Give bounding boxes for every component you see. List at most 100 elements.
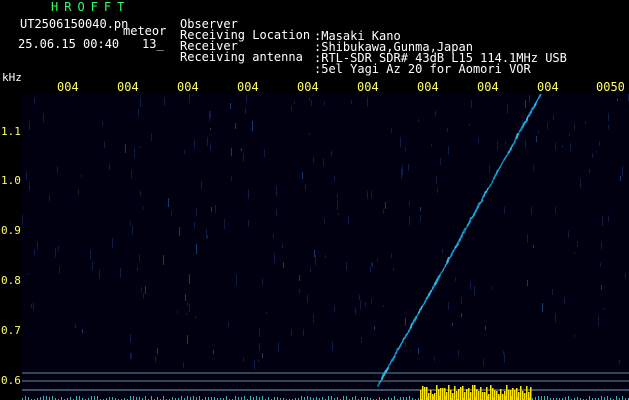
- noise-speck: [276, 186, 277, 196]
- noise-speck: [278, 342, 279, 352]
- noise-speck: [525, 140, 526, 148]
- trace-segment: [462, 227, 467, 234]
- noise-speck: [259, 343, 260, 351]
- baseline-bar: [46, 396, 47, 400]
- noise-speck: [529, 95, 530, 103]
- baseline-highlight-bar: [456, 391, 458, 400]
- noise-speck: [580, 179, 581, 188]
- noise-speck: [574, 124, 575, 130]
- noise-speck: [187, 335, 188, 344]
- filename: UT2506150040.pn: [20, 17, 129, 31]
- x-tick: 004: [177, 80, 199, 94]
- noise-speck: [608, 216, 609, 222]
- baseline-highlight-bar: [508, 390, 510, 400]
- baseline-highlight-bar: [474, 385, 476, 400]
- noise-speck: [264, 149, 265, 157]
- trace-segment: [419, 305, 423, 311]
- noise-speck: [531, 207, 532, 215]
- noise-speck: [243, 357, 244, 362]
- aux-value: 13_: [142, 37, 164, 51]
- noise-speck: [383, 305, 384, 307]
- baseline-bar: [199, 396, 200, 400]
- noise-speck: [130, 334, 131, 342]
- noise-speck: [440, 158, 441, 165]
- spectrogram-plot: [22, 94, 629, 400]
- noise-speck: [248, 189, 249, 199]
- noise-speck: [155, 356, 156, 363]
- noise-speck: [332, 341, 333, 351]
- noise-speck: [309, 133, 310, 135]
- noise-speck: [601, 241, 602, 249]
- noise-speck: [420, 215, 421, 221]
- baseline-bar: [568, 396, 569, 400]
- baseline-highlight-bar: [452, 393, 454, 400]
- baseline-highlight-bar: [524, 393, 526, 400]
- baseline-highlight-bar: [448, 385, 450, 400]
- baseline-bar: [97, 396, 98, 400]
- noise-speck: [112, 238, 113, 248]
- info-label: Receiving antenna: [180, 50, 303, 64]
- baseline-bar: [355, 396, 356, 400]
- baseline-bar: [76, 396, 77, 400]
- baseline-highlight-bar: [444, 388, 446, 400]
- y-axis-unit: kHz: [2, 71, 22, 84]
- noise-speck: [598, 316, 599, 326]
- noise-speck: [334, 305, 335, 312]
- noise-speck: [187, 302, 188, 306]
- baseline-highlight-bar: [492, 388, 494, 400]
- noise-speck: [391, 128, 392, 133]
- noise-speck: [367, 97, 368, 107]
- noise-speck: [470, 281, 471, 290]
- noise-speck: [299, 289, 300, 293]
- noise-speck: [22, 215, 23, 225]
- noise-speck: [196, 244, 197, 254]
- noise-speck: [207, 235, 208, 239]
- baseline-bar: [226, 396, 227, 400]
- baseline-bar: [607, 396, 608, 400]
- noise-speck: [28, 273, 29, 275]
- noise-speck: [125, 144, 126, 153]
- noise-speck: [346, 262, 347, 270]
- noise-speck: [570, 143, 571, 151]
- baseline-bar: [622, 396, 623, 400]
- noise-speck: [360, 300, 361, 310]
- noise-speck: [102, 121, 103, 126]
- x-tick: 004: [297, 80, 319, 94]
- baseline-bar: [52, 396, 53, 400]
- noise-speck: [574, 334, 575, 337]
- noise-speck: [235, 123, 236, 129]
- baseline-highlight-bar: [462, 386, 464, 400]
- noise-speck: [231, 148, 232, 156]
- noise-speck: [370, 266, 371, 272]
- baseline-highlight-bar: [506, 385, 508, 400]
- noise-speck: [324, 219, 325, 224]
- noise-speck: [184, 150, 185, 154]
- info-value: :5el Yagi Az 20 for Aomori VOR: [314, 62, 531, 76]
- y-tick-0-8: 0.8: [1, 274, 21, 287]
- noise-speck: [527, 280, 528, 286]
- noise-speck: [469, 124, 470, 126]
- noise-speck: [262, 353, 263, 358]
- noise-speck: [568, 231, 569, 238]
- spectrogram-canvas: [22, 94, 629, 400]
- noise-speck: [273, 234, 274, 238]
- noise-speck: [259, 328, 260, 337]
- noise-speck: [283, 262, 284, 268]
- baseline-bar: [130, 396, 131, 400]
- noise-speck: [418, 119, 419, 122]
- noise-speck: [145, 286, 146, 294]
- noise-speck: [90, 250, 91, 260]
- noise-speck: [447, 128, 448, 132]
- noise-speck: [29, 121, 30, 130]
- baseline-highlight-bar: [522, 391, 524, 400]
- noise-speck: [140, 191, 141, 196]
- baseline-bar: [193, 396, 194, 400]
- noise-speck: [139, 146, 140, 148]
- baseline-highlight-bar: [514, 390, 516, 400]
- noise-speck: [206, 229, 207, 238]
- noise-speck: [138, 109, 139, 117]
- noise-speck: [291, 106, 292, 111]
- noise-speck: [31, 304, 32, 308]
- noise-speck: [104, 141, 105, 148]
- noise-speck: [400, 137, 401, 147]
